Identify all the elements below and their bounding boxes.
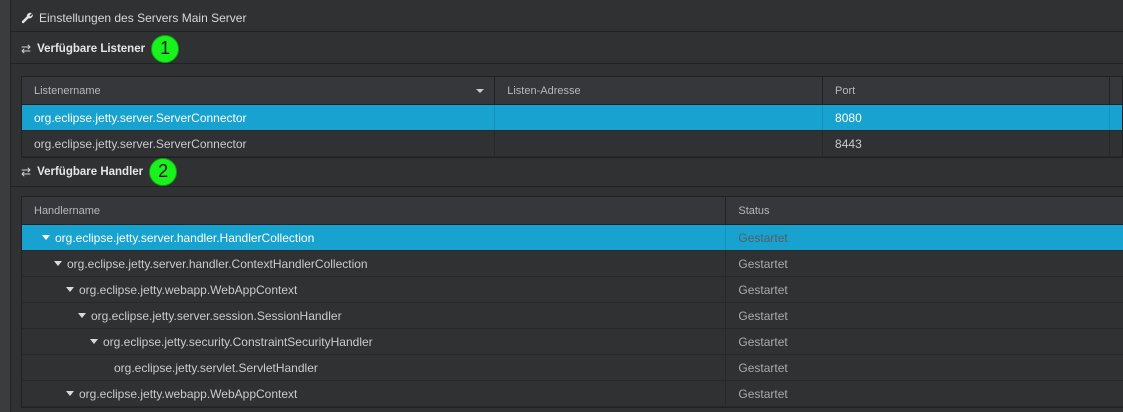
handler-tree-row[interactable]: org.eclipse.jetty.security.ConstraintSec… bbox=[22, 329, 1123, 355]
handler-status-cell: Gestartet bbox=[738, 282, 788, 297]
handler-status-cell: Gestartet bbox=[738, 386, 788, 401]
handler-name-label: org.eclipse.jetty.webapp.WebAppContext bbox=[79, 386, 298, 401]
triangle-down-icon[interactable] bbox=[78, 313, 86, 318]
handler-table: Handlername Status org.eclipse.jetty.ser… bbox=[21, 196, 1123, 408]
handler-tree-row[interactable]: org.eclipse.jetty.server.session.Session… bbox=[22, 303, 1123, 329]
handler-tree-row[interactable]: org.eclipse.jetty.webapp.WebAppContext Ge… bbox=[22, 381, 1123, 407]
triangle-down-icon[interactable] bbox=[90, 339, 98, 344]
column-header-spacer bbox=[1110, 77, 1122, 104]
triangle-down-icon[interactable] bbox=[66, 391, 74, 396]
column-header-status[interactable]: Status bbox=[726, 197, 1123, 224]
listener-step-badge: 1 bbox=[151, 34, 180, 63]
outer-left-strip bbox=[0, 0, 11, 412]
column-header-listenername[interactable]: Listenername bbox=[22, 77, 496, 104]
handler-name-cell: org.eclipse.jetty.webapp.WebAppContext bbox=[22, 381, 727, 406]
port-cell: 8080 bbox=[823, 105, 1110, 130]
listener-section-title: Verfügbare Listener bbox=[37, 42, 146, 55]
triangle-down-icon[interactable] bbox=[42, 235, 50, 240]
handler-name-cell: org.eclipse.jetty.server.session.Session… bbox=[22, 303, 727, 328]
handler-name-label: org.eclipse.jetty.servlet.ServletHandler bbox=[114, 360, 318, 375]
handler-name-label: org.eclipse.jetty.webapp.WebAppContext bbox=[79, 282, 298, 297]
listener-row[interactable]: org.eclipse.jetty.server.ServerConnector… bbox=[22, 131, 1122, 157]
server-settings-panel: Einstellungen des Servers Main Server ⇄ … bbox=[11, 0, 1123, 412]
panel-title-bar: Einstellungen des Servers Main Server bbox=[11, 4, 1123, 32]
row-spacer bbox=[1110, 131, 1122, 156]
column-header-handlername[interactable]: Handlername bbox=[22, 197, 727, 224]
handler-status-cell: Gestartet bbox=[738, 334, 788, 349]
handler-status-cell: Gestartet bbox=[738, 308, 788, 323]
handler-table-body: org.eclipse.jetty.server.handler.Handler… bbox=[22, 225, 1123, 407]
handler-tree-row[interactable]: org.eclipse.jetty.webapp.WebAppContext Ge… bbox=[22, 277, 1123, 303]
row-spacer bbox=[1110, 105, 1122, 130]
handler-tree-row[interactable]: org.eclipse.jetty.servlet.ServletHandler… bbox=[22, 355, 1123, 381]
listener-section-header: ⇄ Verfügbare Listener 1 bbox=[11, 34, 1123, 64]
handler-section-header: ⇄ Verfügbare Handler 2 bbox=[11, 157, 1123, 187]
panel-title: Einstellungen des Servers Main Server bbox=[39, 10, 247, 25]
handler-table-header: Handlername Status bbox=[22, 197, 1123, 225]
listener-name-cell: org.eclipse.jetty.server.ServerConnector bbox=[22, 105, 496, 130]
handler-status-cell: Gestartet bbox=[738, 230, 788, 245]
handler-name-cell: org.eclipse.jetty.servlet.ServletHandler bbox=[22, 355, 727, 380]
triangle-down-icon[interactable] bbox=[54, 261, 62, 266]
listener-table: Listenername Listen-Adresse Port org.ecl… bbox=[21, 76, 1123, 158]
listener-row[interactable]: org.eclipse.jetty.server.ServerConnector… bbox=[22, 105, 1122, 131]
wrench-icon bbox=[21, 12, 33, 23]
handler-name-cell: org.eclipse.jetty.security.ConstraintSec… bbox=[22, 329, 727, 354]
handler-step-badge: 2 bbox=[149, 157, 178, 186]
column-header-listen-adresse[interactable]: Listen-Adresse bbox=[495, 77, 824, 104]
listener-table-header: Listenername Listen-Adresse Port bbox=[22, 77, 1122, 105]
listener-table-body: org.eclipse.jetty.server.ServerConnector… bbox=[22, 105, 1122, 157]
column-header-port[interactable]: Port bbox=[823, 77, 1110, 104]
handler-name-label: org.eclipse.jetty.security.ConstraintSec… bbox=[103, 334, 373, 349]
handler-status-cell: Gestartet bbox=[738, 360, 788, 375]
swap-arrows-icon: ⇄ bbox=[21, 164, 32, 179]
handler-status-cell: Gestartet bbox=[738, 256, 788, 271]
handler-name-label: org.eclipse.jetty.server.handler.Handler… bbox=[55, 230, 315, 245]
listener-name-cell: org.eclipse.jetty.server.ServerConnector bbox=[22, 131, 496, 156]
handler-section-title: Verfügbare Handler bbox=[37, 165, 144, 178]
triangle-down-icon[interactable] bbox=[66, 287, 74, 292]
sort-down-icon[interactable] bbox=[476, 89, 485, 93]
port-cell: 8443 bbox=[823, 131, 1110, 156]
handler-name-cell: org.eclipse.jetty.server.handler.Handler… bbox=[22, 225, 727, 250]
handler-name-label: org.eclipse.jetty.server.handler.Context… bbox=[67, 256, 368, 271]
handler-name-cell: org.eclipse.jetty.server.handler.Context… bbox=[22, 251, 727, 276]
handler-name-label: org.eclipse.jetty.server.session.Session… bbox=[91, 308, 342, 323]
swap-arrows-icon: ⇄ bbox=[21, 41, 32, 56]
handler-name-cell: org.eclipse.jetty.webapp.WebAppContext bbox=[22, 277, 727, 302]
handler-tree-row[interactable]: org.eclipse.jetty.server.handler.Handler… bbox=[22, 225, 1123, 251]
handler-tree-row[interactable]: org.eclipse.jetty.server.handler.Context… bbox=[22, 251, 1123, 277]
listen-address-cell bbox=[495, 105, 824, 130]
listen-address-cell bbox=[495, 131, 824, 156]
